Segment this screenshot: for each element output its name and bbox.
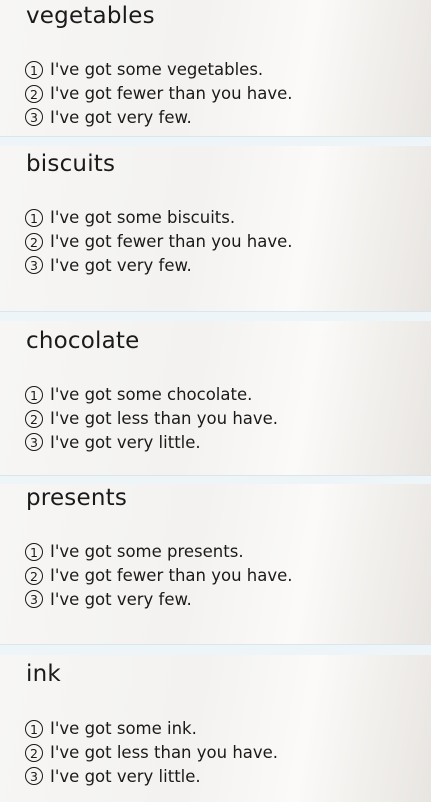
option-text: I've got very little. <box>50 766 201 786</box>
card-title: presents <box>26 485 128 511</box>
option-3[interactable]: 3 I've got very little. <box>25 765 278 789</box>
option-3[interactable]: 3 I've got very few. <box>25 254 293 278</box>
option-1[interactable]: 1 I've got some biscuits. <box>25 206 293 230</box>
number-2-icon: 2 <box>25 232 43 251</box>
option-3[interactable]: 3 I've got very little. <box>25 431 278 455</box>
option-list: 1 I've got some ink. 2 I've got less than … <box>25 717 278 788</box>
option-text: I've got fewer than you have. <box>50 83 293 103</box>
option-text: I've got very few. <box>50 107 192 127</box>
option-text: I've got some biscuits. <box>50 208 236 227</box>
option-text: I've got very few. <box>50 589 192 609</box>
option-1[interactable]: 1 I've got some vegetables. <box>25 58 293 82</box>
flashcard-list: vegetables 1 I've got some vegetables. 2I… <box>0 0 431 802</box>
number-3-icon: 3 <box>25 256 43 275</box>
option-text: I've got less than you have. <box>50 408 279 428</box>
option-list: 1 I've got some vegetables. 2 I've got few… <box>25 58 293 129</box>
card-presents[interactable]: presents 1 I've got some presents. 2 I've … <box>0 484 431 645</box>
option-3[interactable]: 3 I've got very few. <box>25 588 293 612</box>
number-1-icon: 1 <box>25 719 43 738</box>
option-2[interactable]: 2 I've got fewer than you have. <box>25 230 293 254</box>
number-2-icon: 2 <box>25 743 43 762</box>
number-2-icon: 2 <box>25 566 43 585</box>
option-2[interactable]: 2 I've got less than you have. <box>25 741 278 765</box>
option-2[interactable]: 2 I've got fewer than you have. <box>25 564 293 588</box>
option-list: 1 I've got some biscuits. 2 I've got fewer… <box>25 206 293 277</box>
number-2-icon: 2 <box>25 409 43 428</box>
card-vegetables[interactable]: vegetables 1 I've got some vegetables. 2I… <box>0 0 431 137</box>
option-text: I've got less than you have. <box>50 742 279 762</box>
option-text: I've got very little. <box>50 432 201 452</box>
option-2[interactable]: 2 I've got less than you have. <box>25 407 278 431</box>
card-chocolate[interactable]: chocolate 1 I've got some chocolate. 2 I'v… <box>0 321 431 476</box>
card-ink[interactable]: ink 1 I've got some ink. 2 I've got less t… <box>0 655 431 802</box>
number-3-icon: 3 <box>25 590 43 609</box>
card-title: chocolate <box>26 328 140 354</box>
option-text: I've got some vegetables. <box>50 60 264 79</box>
card-biscuits[interactable]: biscuits 1 I've got some biscuits. 2 I've … <box>0 146 431 312</box>
option-text: I've got very few. <box>50 255 192 275</box>
option-text: I've got fewer than you have. <box>50 565 293 585</box>
number-1-icon: 1 <box>25 60 43 79</box>
card-title: ink <box>26 661 61 687</box>
option-1[interactable]: 1 I've got some ink. <box>25 717 278 741</box>
number-3-icon: 3 <box>25 433 43 452</box>
option-text: I've got fewer than you have. <box>50 231 293 251</box>
option-list: 1 I've got some chocolate. 2 I've got less… <box>25 383 278 454</box>
card-title: biscuits <box>26 151 116 177</box>
option-text: I've got some presents. <box>50 542 244 561</box>
option-2[interactable]: 2 I've got fewer than you have. <box>25 82 293 106</box>
option-1[interactable]: 1 I've got some presents. <box>25 540 293 564</box>
number-1-icon: 1 <box>25 542 43 561</box>
option-1[interactable]: 1 I've got some chocolate. <box>25 383 278 407</box>
option-list: 1 I've got some presents. 2 I've got fewer… <box>25 540 293 611</box>
option-text: I've got some ink. <box>50 719 197 738</box>
option-text: I've got some chocolate. <box>50 385 253 404</box>
option-3[interactable]: 3 I've got very few. <box>25 106 293 130</box>
number-1-icon: 1 <box>25 208 43 227</box>
number-2-icon: 2 <box>25 84 43 103</box>
number-3-icon: 3 <box>25 108 43 127</box>
number-3-icon: 3 <box>25 767 43 786</box>
card-title: vegetables <box>26 3 155 29</box>
number-1-icon: 1 <box>25 385 43 404</box>
